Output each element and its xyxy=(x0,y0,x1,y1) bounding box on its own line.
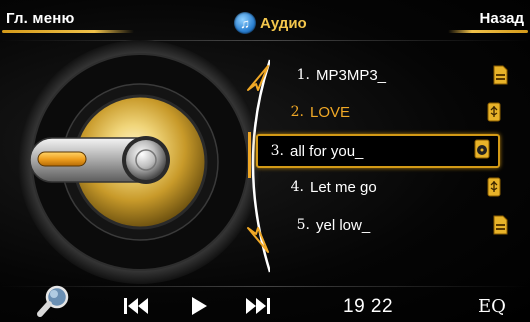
eq-button[interactable]: EQ xyxy=(478,296,506,317)
memory-card-icon xyxy=(493,65,508,85)
playback-time: 19 22 xyxy=(343,296,394,317)
usb-icon xyxy=(487,177,501,197)
track-number: 4. xyxy=(290,179,304,195)
main-menu-button[interactable]: Гл. меню xyxy=(6,10,75,27)
track-number: 3. xyxy=(270,143,284,159)
next-track-icon[interactable] xyxy=(244,296,272,316)
track-number: 2. xyxy=(290,104,304,120)
track-name: MP3MP3_ xyxy=(316,66,387,84)
page-title-group: ♫ Аудио xyxy=(234,11,307,35)
scroll-up-arrow-icon[interactable] xyxy=(244,64,270,92)
track-number: 5. xyxy=(296,217,310,233)
playlist-item-4[interactable]: 4. Let me go xyxy=(278,172,510,202)
usb-icon xyxy=(487,102,501,122)
page-title: Аудио xyxy=(260,14,307,32)
memory-card-icon xyxy=(493,215,508,235)
track-name: yel low_ xyxy=(316,216,371,234)
music-note-icon: ♫ xyxy=(234,12,256,34)
back-button[interactable]: Назад xyxy=(480,10,524,27)
back-underline xyxy=(448,30,528,33)
track-name: all for you_ xyxy=(290,142,364,160)
playlist-item-3[interactable]: 3. all for you_ xyxy=(256,134,500,168)
progress-indicator xyxy=(37,151,87,167)
audio-player-screen: Гл. меню ♫ Аудио Назад 1. MP3MP3_ 2. LOV… xyxy=(0,0,530,322)
playlist-item-5[interactable]: 5. yel low_ xyxy=(284,210,516,240)
main-menu-underline xyxy=(2,30,134,33)
track-name: LOVE xyxy=(310,103,351,121)
track-number: 1. xyxy=(296,67,310,83)
track-name: Let me go xyxy=(310,178,377,196)
playlist-item-2[interactable]: 2. LOVE xyxy=(278,97,510,127)
search-icon[interactable] xyxy=(36,284,72,318)
play-icon[interactable] xyxy=(188,295,210,317)
center-knob xyxy=(126,140,166,180)
disc-artwork xyxy=(18,40,270,284)
previous-track-icon[interactable] xyxy=(122,296,150,316)
scroll-down-arrow-icon[interactable] xyxy=(244,226,270,254)
disc-icon xyxy=(474,139,490,159)
bottom-divider xyxy=(0,286,530,287)
playlist-item-1[interactable]: 1. MP3MP3_ xyxy=(284,60,516,90)
selection-marker xyxy=(248,132,251,178)
